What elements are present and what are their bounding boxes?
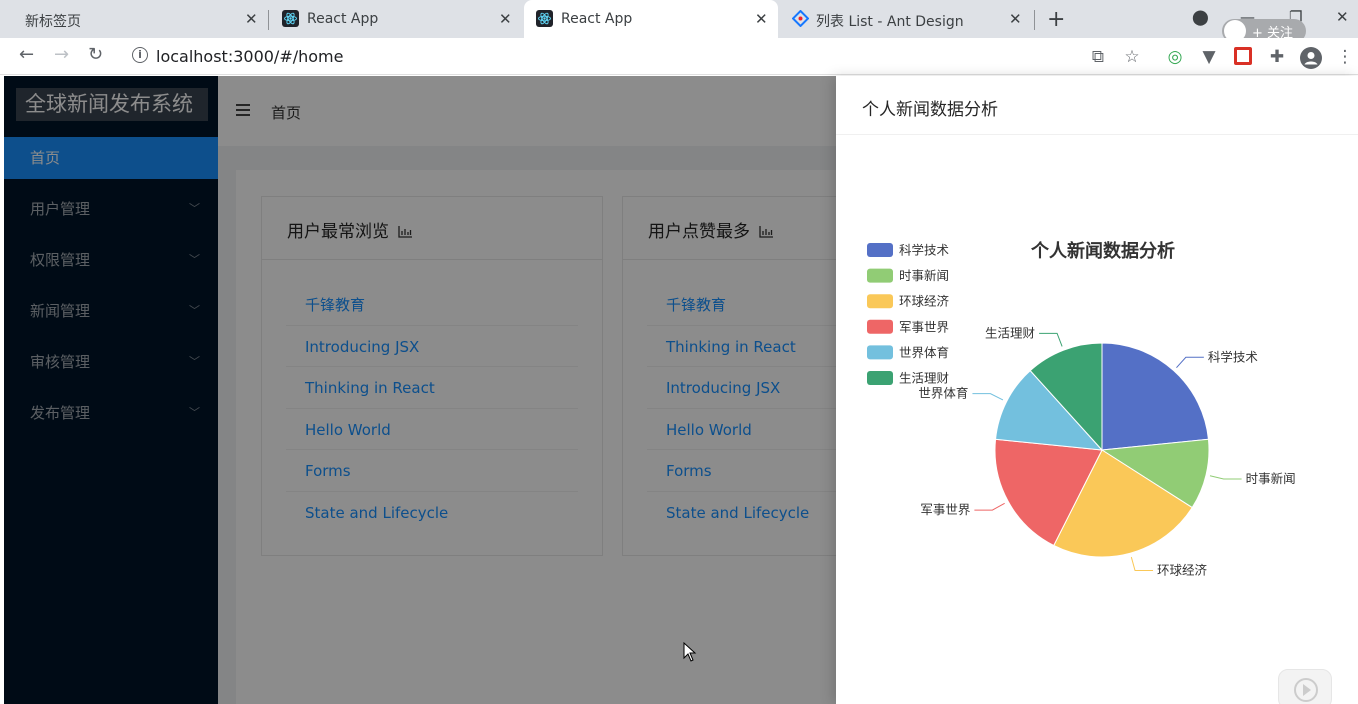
- legend-swatch: [867, 345, 893, 360]
- legend-swatch: [867, 268, 893, 283]
- legend-swatch: [867, 319, 893, 334]
- chart-title: 个人新闻数据分析: [1030, 240, 1175, 262]
- tab-divider: [268, 10, 269, 30]
- pie-slice-label: 生活理财: [985, 325, 1035, 340]
- pie-leader-line: [1039, 332, 1063, 347]
- browser-tab[interactable]: 列表 List - Ant Design ✕: [780, 0, 1032, 38]
- pie-leader-line: [1130, 556, 1154, 572]
- legend-swatch: [867, 243, 893, 257]
- browser-tabstrip: 新标签页 ✕ React App ✕ React App ✕ 列表 List -: [0, 0, 1358, 43]
- analysis-drawer: 个人新闻数据分析 个人新闻数据分析 科学技术 时事新闻 环球经济 军事世界 世界体育 生活理…: [836, 76, 1358, 704]
- app-root: 全球新闻发布系统 首页 用户管理 ﹀ 权限管理 ﹀ 新闻管理 ﹀ 审核管理 ﹀ …: [0, 76, 1358, 704]
- legend-label: 环球经济: [899, 294, 950, 309]
- pie-slice-label: 环球经济: [1157, 563, 1208, 578]
- tab-divider: [1034, 10, 1035, 30]
- play-icon[interactable]: [1278, 669, 1332, 704]
- mouse-cursor-icon: [683, 642, 697, 662]
- ant-design-icon: [792, 10, 809, 27]
- tab-title: React App: [307, 11, 379, 27]
- close-icon[interactable]: ✕: [1009, 10, 1022, 28]
- address-bar[interactable]: i localhost:3000/#/home: [124, 41, 1154, 71]
- close-icon[interactable]: ✕: [755, 10, 768, 28]
- pie-slice-label: 世界体育: [918, 386, 968, 401]
- close-icon[interactable]: ✕: [499, 10, 512, 28]
- pie-chart: 个人新闻数据分析科学技术时事新闻环球经济军事世界世界体育生活理财科学技术时事新闻…: [867, 240, 1296, 578]
- pie-slice-label: 军事世界: [920, 502, 971, 517]
- legend-swatch: [867, 371, 893, 385]
- react-icon: [282, 10, 299, 27]
- pie-slice-label: 科学技术: [1208, 349, 1259, 364]
- legend-label: 军事世界: [899, 319, 950, 334]
- fe-helper-icon[interactable]: [1233, 47, 1253, 67]
- more-menu-icon[interactable]: ⋮: [1335, 47, 1355, 67]
- bookmark-star-icon[interactable]: ☆: [1122, 47, 1142, 67]
- legend-swatch: [867, 294, 893, 309]
- pie-slice-label: 时事新闻: [1246, 471, 1296, 486]
- puzzle-icon[interactable]: ✚: [1267, 47, 1287, 67]
- tab-title: 新标签页: [25, 14, 81, 30]
- new-tab-icon[interactable]: +: [1047, 7, 1065, 32]
- pie-slice: [1101, 342, 1210, 451]
- browser-tab[interactable]: React App ✕: [270, 0, 522, 38]
- browser-tab[interactable]: 新标签页 ✕: [0, 0, 268, 38]
- reload-icon[interactable]: ↻: [88, 44, 103, 65]
- drawer-mask[interactable]: [4, 76, 838, 704]
- close-icon[interactable]: ✕: [245, 10, 258, 28]
- pie-leader-line: [1176, 356, 1204, 369]
- pie-leader-line: [1209, 475, 1242, 480]
- translate-icon[interactable]: ⧉: [1088, 47, 1108, 67]
- pie-leader-line: [974, 502, 1005, 511]
- tab-title: React App: [561, 11, 633, 27]
- info-icon[interactable]: i: [132, 47, 148, 63]
- browser-toolbar: ← → ↻ i localhost:3000/#/home ⧉ ☆ ◎ ▼ ✚ …: [0, 38, 1358, 75]
- legend-label: 时事新闻: [899, 268, 949, 283]
- browser-tab-active[interactable]: React App ✕: [524, 0, 778, 38]
- react-icon: [536, 10, 553, 27]
- drawer-title: 个人新闻数据分析: [836, 76, 1358, 135]
- legend-label: 科学技术: [899, 243, 950, 258]
- tab-search-icon[interactable]: ⬤: [1192, 8, 1209, 26]
- forward-icon[interactable]: →: [54, 44, 69, 65]
- legend-label: 世界体育: [899, 345, 949, 360]
- legend-label: 生活理财: [899, 371, 949, 386]
- vue-devtools-icon[interactable]: ▼: [1199, 47, 1219, 67]
- extension-icon[interactable]: ◎: [1165, 47, 1185, 67]
- profile-icon[interactable]: [1300, 47, 1322, 69]
- tab-title: 列表 List - Ant Design: [816, 14, 964, 30]
- back-icon[interactable]: ←: [19, 44, 34, 65]
- url-text: localhost:3000/#/home: [156, 47, 344, 66]
- window-close-icon[interactable]: ✕: [1336, 8, 1349, 26]
- pie-leader-line: [972, 393, 1004, 401]
